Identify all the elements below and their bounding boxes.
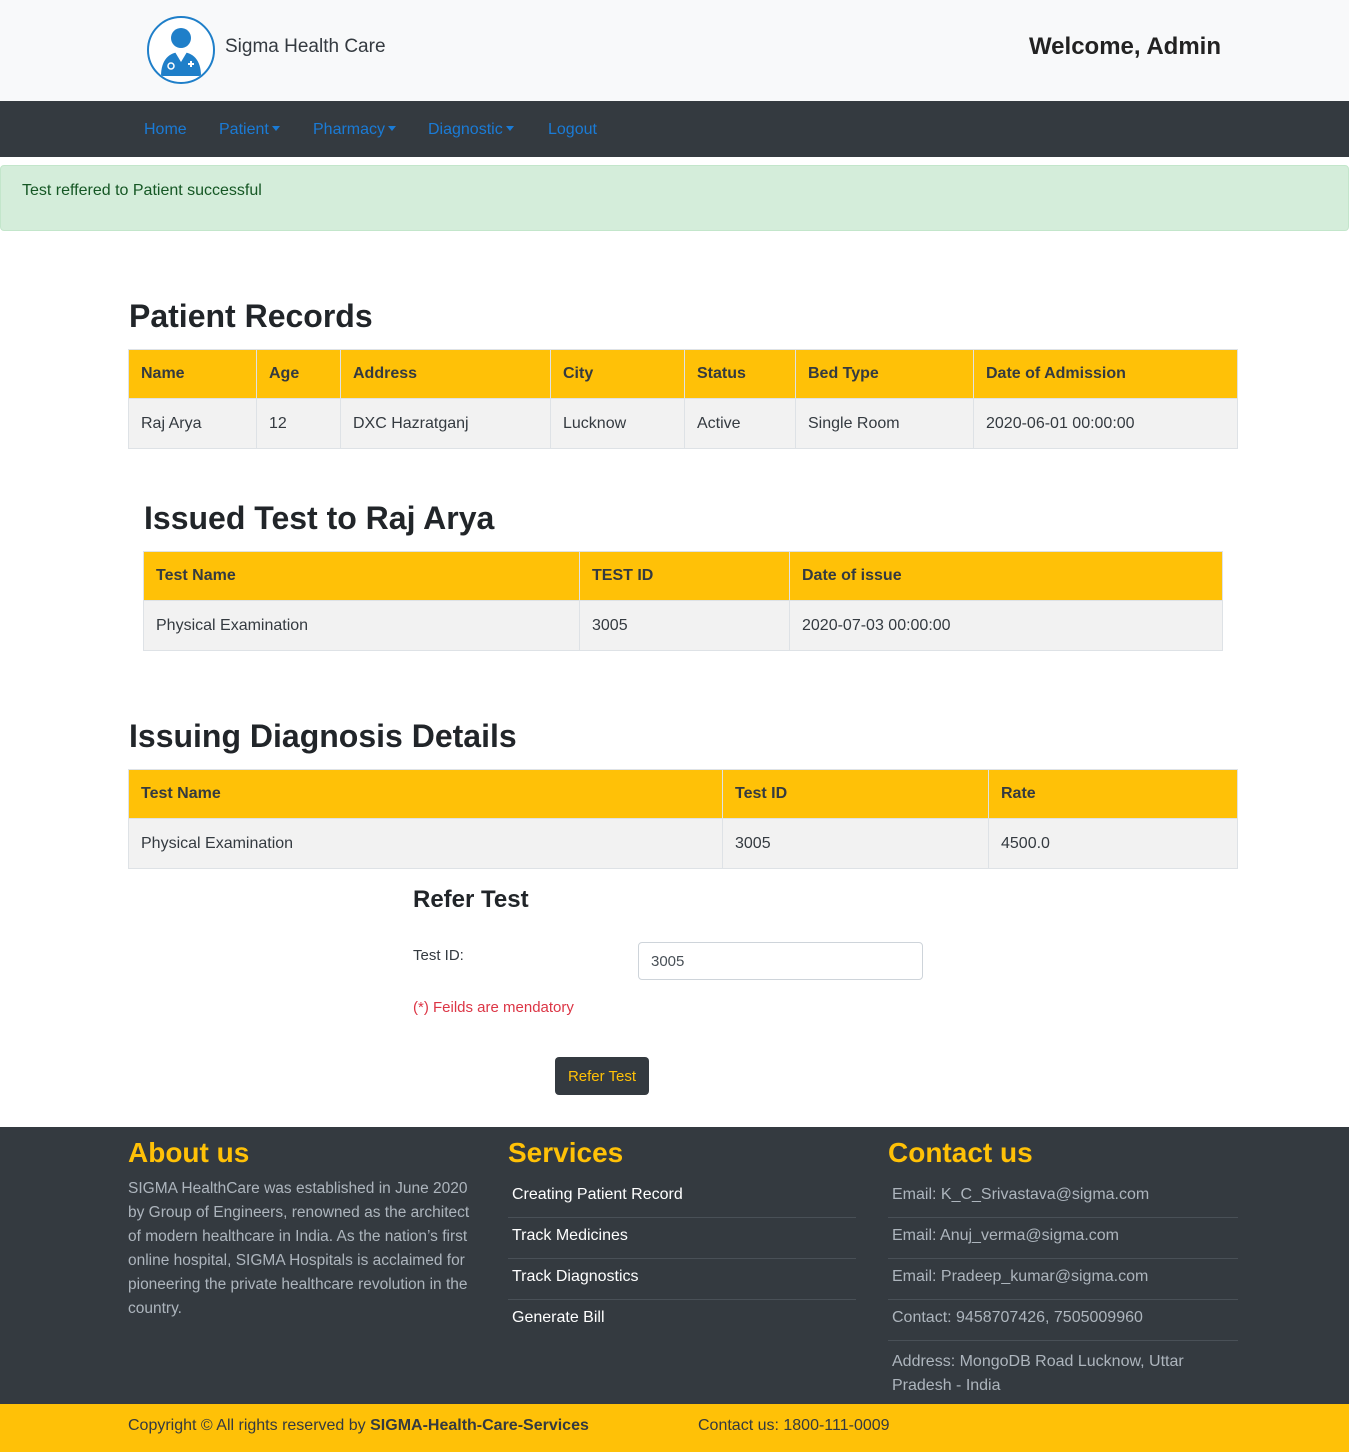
- bottom-bar: Copyright © All rights reserved by SIGMA…: [0, 1404, 1349, 1452]
- success-alert: Test reffered to Patient successful: [0, 165, 1349, 231]
- col-test-name: Test Name: [143, 551, 580, 601]
- cell-test-name: Physical Examination: [128, 818, 723, 869]
- copyright: Copyright © All rights reserved by SIGMA…: [128, 1417, 589, 1435]
- col-test-name: Test Name: [128, 769, 723, 819]
- services-list: Creating Patient Record Track Medicines …: [508, 1177, 856, 1341]
- cell-city: Lucknow: [550, 398, 685, 449]
- issued-tests-title: Issued Test to Raj Arya: [144, 500, 495, 536]
- nav-home[interactable]: Home: [144, 121, 187, 139]
- table-row: Physical Examination 3005 2020-07-03 00:…: [143, 600, 1223, 651]
- site-header: Sigma Health Care Welcome, Admin: [0, 0, 1349, 101]
- test-id-input[interactable]: [638, 942, 923, 980]
- table-row: Raj Arya 12 DXC Hazratganj Lucknow Activ…: [128, 398, 1238, 449]
- contact-title: Contact us: [888, 1137, 1033, 1168]
- cell-date-of-admission: 2020-06-01 00:00:00: [973, 398, 1238, 449]
- issued-tests-table: Test Name TEST ID Date of issue Physical…: [143, 551, 1223, 651]
- site-footer: About us SIGMA HealthCare was establishe…: [0, 1127, 1349, 1404]
- contact-address: Address: MongoDB Road Lucknow, Uttar Pra…: [892, 1353, 1184, 1394]
- doctor-logo-icon[interactable]: [147, 16, 215, 84]
- nav-pharmacy-label: Pharmacy: [313, 121, 386, 138]
- patient-records-title: Patient Records: [129, 298, 373, 334]
- service-link-generate-bill[interactable]: Generate Bill: [508, 1300, 856, 1341]
- nav-pharmacy-dropdown[interactable]: Pharmacy: [313, 121, 397, 139]
- about-title: About us: [128, 1137, 250, 1168]
- service-link-track-diagnostics[interactable]: Track Diagnostics: [508, 1259, 856, 1300]
- copyright-org: SIGMA-Health-Care-Services: [370, 1417, 589, 1434]
- cell-bed-type: Single Room: [795, 398, 974, 449]
- about-text: SIGMA HealthCare was established in June…: [128, 1180, 470, 1317]
- nav-diagnostic-label: Diagnostic: [428, 121, 503, 138]
- cell-rate: 4500.0: [988, 818, 1238, 869]
- table-row: Physical Examination 3005 4500.0: [128, 818, 1238, 869]
- nav-home-label: Home: [144, 121, 187, 138]
- nav-logout-label: Logout: [548, 121, 597, 138]
- cell-status: Active: [684, 398, 796, 449]
- test-id-label: Test ID:: [413, 947, 464, 964]
- nav-patient-label: Patient: [219, 121, 269, 138]
- welcome-text: Welcome, Admin: [1028, 33, 1221, 60]
- contact-phone: Contact: 9458707426, 7505009960: [888, 1300, 1238, 1341]
- bottom-contact: Contact us: 1800-111-0009: [698, 1417, 890, 1434]
- col-test-id: Test ID: [722, 769, 989, 819]
- patient-records-table: Name Age Address City Status Bed Type Da…: [128, 349, 1238, 449]
- refer-test-button[interactable]: Refer Test: [555, 1057, 649, 1095]
- cell-date-of-issue: 2020-07-03 00:00:00: [789, 600, 1223, 651]
- cell-address: DXC Hazratganj: [340, 398, 551, 449]
- cell-name: Raj Arya: [128, 398, 257, 449]
- col-city: City: [550, 349, 685, 399]
- cell-test-id: 3005: [722, 818, 989, 869]
- service-link-track-medicines[interactable]: Track Medicines: [508, 1218, 856, 1259]
- mandatory-note: (*) Feilds are mendatory: [413, 999, 574, 1016]
- contact-email-1: Email: K_C_Srivastava@sigma.com: [888, 1177, 1238, 1218]
- nav-diagnostic-dropdown[interactable]: Diagnostic: [428, 121, 514, 139]
- table-header-row: Test Name TEST ID Date of issue: [143, 551, 1223, 601]
- cell-test-name: Physical Examination: [143, 600, 580, 651]
- col-rate: Rate: [988, 769, 1238, 819]
- refer-test-title: Refer Test: [413, 886, 529, 913]
- brand-name[interactable]: Sigma Health Care: [225, 36, 386, 58]
- main-navbar: Home Patient Pharmacy Diagnostic Logout: [0, 101, 1349, 157]
- caret-down-icon: [505, 126, 514, 131]
- contact-email-3: Email: Pradeep_kumar@sigma.com: [888, 1259, 1238, 1300]
- caret-down-icon: [388, 126, 397, 131]
- nav-logout[interactable]: Logout: [548, 121, 597, 139]
- caret-down-icon: [271, 126, 280, 131]
- cell-age: 12: [256, 398, 341, 449]
- col-test-id: TEST ID: [579, 551, 790, 601]
- service-link-patient-record[interactable]: Creating Patient Record: [508, 1177, 856, 1218]
- table-header-row: Name Age Address City Status Bed Type Da…: [128, 349, 1238, 399]
- col-age: Age: [256, 349, 341, 399]
- nav-patient-dropdown[interactable]: Patient: [219, 121, 280, 139]
- col-date-of-issue: Date of issue: [789, 551, 1223, 601]
- col-bed-type: Bed Type: [795, 349, 974, 399]
- col-status: Status: [684, 349, 796, 399]
- table-header-row: Test Name Test ID Rate: [128, 769, 1238, 819]
- contact-email-2: Email: Anuj_verma@sigma.com: [888, 1218, 1238, 1259]
- copyright-prefix: Copyright © All rights reserved by: [128, 1417, 366, 1434]
- col-name: Name: [128, 349, 257, 399]
- cell-test-id: 3005: [579, 600, 790, 651]
- contact-list: Email: K_C_Srivastava@sigma.com Email: A…: [888, 1177, 1238, 1398]
- col-date-of-admission: Date of Admission: [973, 349, 1238, 399]
- diagnosis-details-title: Issuing Diagnosis Details: [129, 718, 517, 754]
- col-address: Address: [340, 349, 551, 399]
- diagnosis-details-table: Test Name Test ID Rate Physical Examinat…: [128, 769, 1238, 869]
- services-title: Services: [508, 1137, 624, 1168]
